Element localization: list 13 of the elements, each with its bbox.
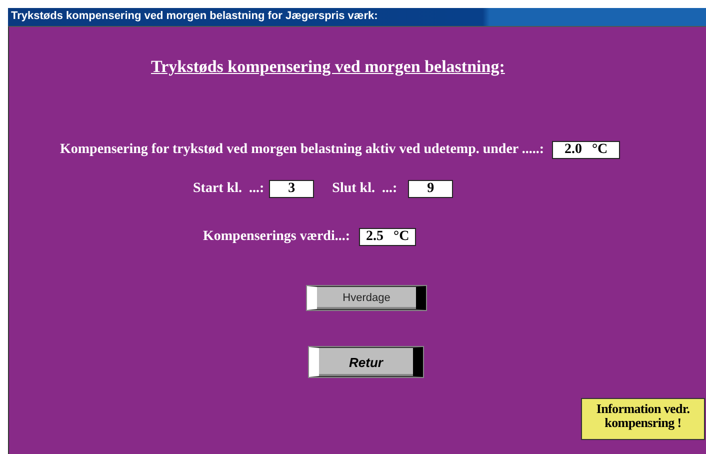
value-field[interactable]: 3 xyxy=(269,180,314,198)
value-field[interactable]: 2.0 °C xyxy=(552,141,620,159)
compensation-label: Kompenserings værdi...: xyxy=(203,229,350,245)
info-note[interactable]: Information vedr. kompensring ! xyxy=(581,398,705,440)
menu-button[interactable]: Retur xyxy=(309,347,423,377)
menu-button[interactable]: Hverdage xyxy=(307,286,426,310)
page-heading: Trykstøds kompensering ved morgen belastning: xyxy=(151,57,505,77)
start-label: Start kl. ...: xyxy=(193,181,264,197)
end-label: Slut kl. ...: xyxy=(332,181,398,197)
value-field[interactable]: 2.5 °C xyxy=(359,228,416,246)
threshold-label: Kompensering for trykstød ved morgen belastning aktiv ved udetemp. under .....: xyxy=(60,142,544,158)
window-title: Trykstøds kompensering ved morgen belastning for Jægerspris værk: xyxy=(8,8,706,26)
value-field[interactable]: 9 xyxy=(408,180,454,198)
